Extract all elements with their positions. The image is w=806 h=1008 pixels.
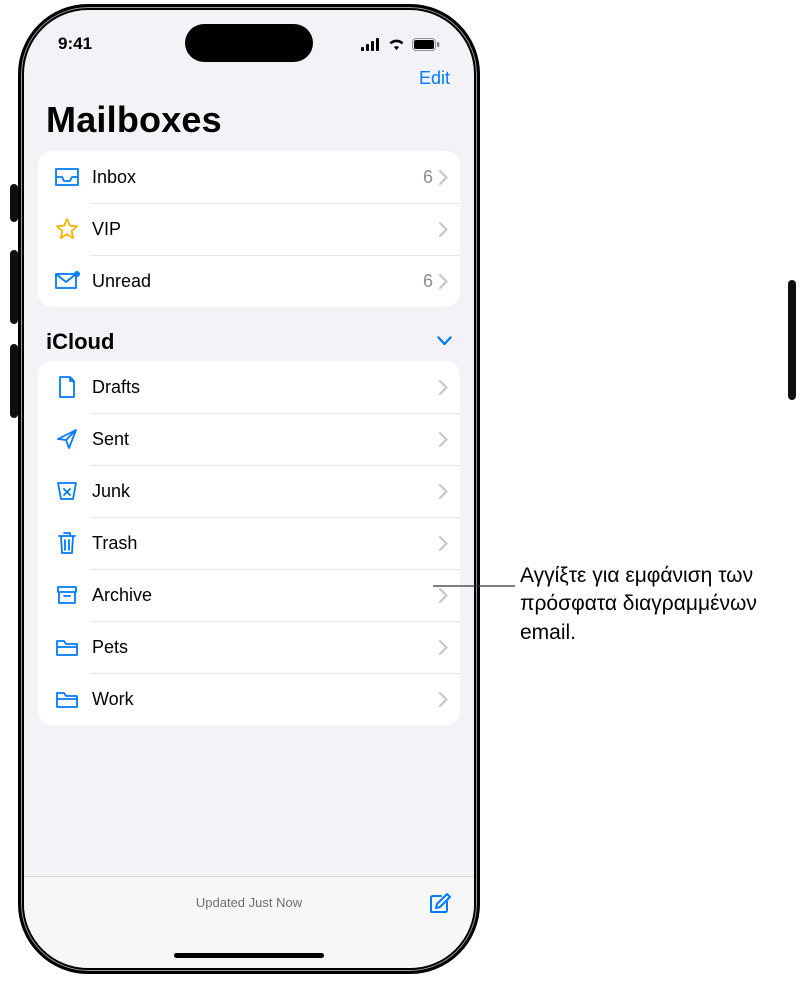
paperplane-icon [52, 424, 82, 454]
mailbox-label: Work [92, 689, 439, 710]
chevron-right-icon [439, 274, 448, 289]
bottom-toolbar: Updated Just Now [24, 876, 474, 968]
section-header-label: iCloud [46, 329, 114, 355]
star-icon [52, 214, 82, 244]
compose-icon [426, 905, 452, 920]
battery-icon [412, 38, 440, 51]
home-indicator [174, 953, 324, 958]
folder-icon [52, 684, 82, 714]
mailbox-work[interactable]: Work [38, 673, 460, 725]
power-button [788, 280, 796, 400]
chevron-right-icon [439, 222, 448, 237]
mailbox-label: Trash [92, 533, 439, 554]
chevron-right-icon [439, 692, 448, 707]
junk-bin-icon [52, 476, 82, 506]
chevron-right-icon [439, 588, 448, 603]
unread-envelope-icon [52, 266, 82, 296]
status-time: 9:41 [58, 34, 92, 54]
mailbox-label: Sent [92, 429, 439, 450]
mailbox-label: Pets [92, 637, 439, 658]
updated-status-text: Updated Just Now [196, 895, 302, 910]
icloud-mailboxes-group: Drafts Sent Junk [38, 361, 460, 725]
mailbox-label: VIP [92, 219, 439, 240]
mailbox-count: 6 [423, 167, 433, 188]
volume-down-button [10, 344, 18, 418]
mailbox-label: Archive [92, 585, 439, 606]
dynamic-island [185, 24, 313, 62]
compose-button[interactable] [426, 891, 452, 920]
mailbox-label: Inbox [92, 167, 423, 188]
wifi-icon [387, 38, 406, 51]
nav-bar: Edit [24, 64, 474, 93]
volume-up-button [10, 250, 18, 324]
document-icon [52, 372, 82, 402]
trash-icon [52, 528, 82, 558]
archivebox-icon [52, 580, 82, 610]
chevron-right-icon [439, 484, 448, 499]
cellular-signal-icon [361, 38, 381, 51]
page-title: Mailboxes [24, 93, 474, 151]
callout-text: Αγγίξτε για εμφάνιση των πρόσφατα διαγρα… [520, 562, 800, 647]
folder-icon [52, 632, 82, 662]
mailbox-pets[interactable]: Pets [38, 621, 460, 673]
mailbox-inbox[interactable]: Inbox 6 [38, 151, 460, 203]
mailbox-count: 6 [423, 271, 433, 292]
mailbox-unread[interactable]: Unread 6 [38, 255, 460, 307]
section-header-icloud[interactable]: iCloud [24, 325, 474, 361]
mailbox-label: Junk [92, 481, 439, 502]
mailbox-label: Drafts [92, 377, 439, 398]
chevron-right-icon [439, 536, 448, 551]
inbox-icon [52, 162, 82, 192]
iphone-frame: 9:41 Edit Mailboxes [18, 4, 480, 974]
smart-mailboxes-group: Inbox 6 VIP Unread 6 [38, 151, 460, 307]
volume-mute-switch [10, 184, 18, 222]
mailbox-drafts[interactable]: Drafts [38, 361, 460, 413]
edit-button[interactable]: Edit [419, 68, 450, 89]
mailbox-junk[interactable]: Junk [38, 465, 460, 517]
mailbox-label: Unread [92, 271, 423, 292]
chevron-right-icon [439, 432, 448, 447]
mailbox-trash[interactable]: Trash [38, 517, 460, 569]
chevron-right-icon [439, 380, 448, 395]
chevron-down-icon [437, 333, 452, 351]
mailbox-archive[interactable]: Archive [38, 569, 460, 621]
mailbox-sent[interactable]: Sent [38, 413, 460, 465]
mailbox-vip[interactable]: VIP [38, 203, 460, 255]
chevron-right-icon [439, 170, 448, 185]
chevron-right-icon [439, 640, 448, 655]
